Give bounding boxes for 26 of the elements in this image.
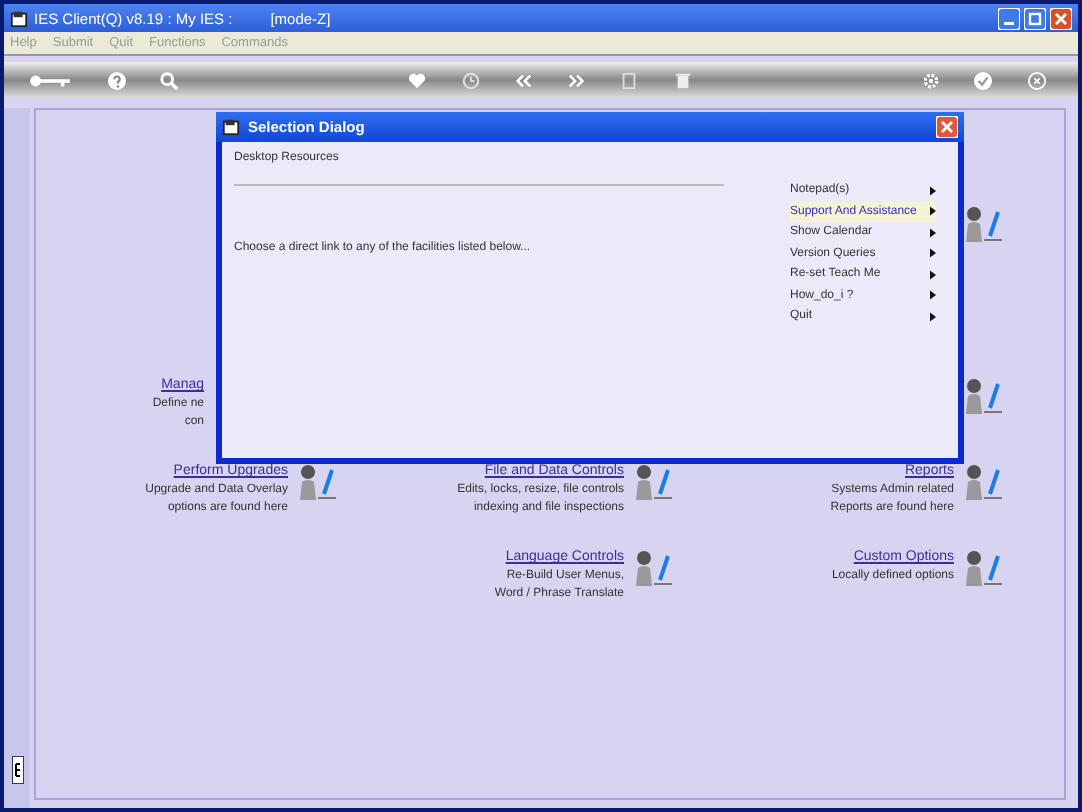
person-writing-icon	[962, 206, 1006, 246]
close-button[interactable]	[936, 116, 958, 138]
minimize-button[interactable]	[998, 7, 1020, 29]
back-icon[interactable]	[514, 71, 533, 89]
close-button[interactable]	[1050, 7, 1072, 29]
document-icon[interactable]	[620, 71, 639, 89]
help-icon[interactable]	[107, 71, 126, 89]
heart-icon[interactable]	[408, 71, 427, 89]
close-circle-icon[interactable]	[1027, 71, 1046, 89]
forward-icon[interactable]	[567, 71, 586, 89]
person-writing-icon	[962, 550, 1006, 590]
check-icon[interactable]	[974, 71, 993, 89]
search-icon[interactable]	[160, 71, 179, 89]
person-writing-icon	[296, 464, 340, 504]
trash-icon[interactable]	[673, 71, 692, 89]
person-writing-icon	[632, 550, 676, 590]
side-tab-icon[interactable]	[11, 756, 23, 784]
key-icon[interactable]	[28, 71, 72, 89]
person-writing-icon	[962, 378, 1006, 418]
clock-icon[interactable]	[461, 71, 480, 89]
maximize-button[interactable]	[1024, 7, 1046, 29]
dialog-icon	[222, 118, 240, 136]
person-writing-icon	[632, 464, 676, 504]
gear-icon[interactable]	[921, 71, 940, 89]
app-icon	[10, 9, 28, 27]
person-writing-icon	[962, 464, 1006, 504]
